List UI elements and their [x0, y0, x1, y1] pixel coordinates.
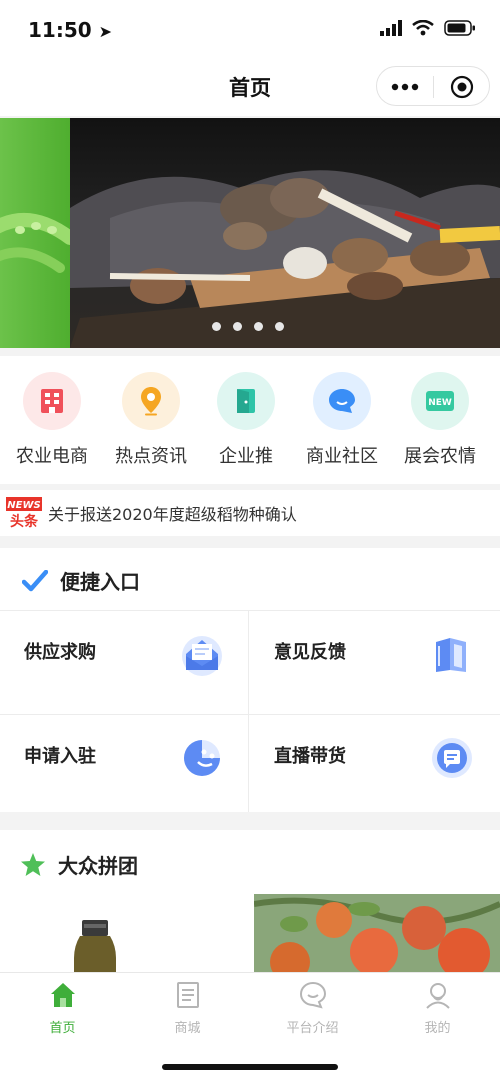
group-buy-section: 大众拼团 [0, 830, 500, 976]
close-miniprogram-icon[interactable] [450, 75, 474, 99]
category-icon-circle [23, 372, 81, 430]
carousel-dot[interactable] [233, 322, 242, 331]
news-headline[interactable]: 关于报送2020年度超级稻物种确认 [48, 501, 297, 525]
checkmark-icon [22, 570, 48, 592]
quick-entry-label: 意见反馈 [274, 642, 346, 663]
quick-entry-supply-purchase[interactable]: 供应求购 [0, 612, 248, 708]
quick-entry-section: 便捷入口 供应求购 意见反馈 申请入驻 直播带货 [0, 548, 500, 812]
category-item-ecommerce[interactable]: 农业电商 [2, 372, 102, 468]
category-label: 热点资讯 [115, 446, 187, 467]
quick-entry-live-selling[interactable]: 直播带货 [250, 716, 498, 812]
svg-text:NEW: NEW [428, 398, 452, 408]
shop-building-icon [41, 389, 63, 413]
banner-image [0, 118, 500, 348]
category-grid: 农业电商 热点资讯 企业推 商业社区 NEW 展会农情 [0, 356, 500, 484]
quick-entry-label: 供应求购 [24, 642, 96, 663]
home-indicator[interactable] [162, 1064, 338, 1070]
tab-home[interactable]: 首页 [0, 981, 125, 1036]
news-ticker[interactable]: NEWS 头条 关于报送2020年度超级稻物种确认 [0, 490, 500, 536]
quick-entry-apply-join[interactable]: 申请入驻 [0, 716, 248, 812]
tab-label: 平台介绍 [286, 1021, 339, 1036]
group-buy-title: 大众拼团 [58, 854, 138, 878]
news-headline-badge-icon: NEWS 头条 [6, 497, 42, 529]
category-label: 展会农情 [404, 446, 476, 467]
smile-face-icon [184, 740, 220, 776]
tab-platform-intro[interactable]: 平台介绍 [250, 981, 375, 1036]
tab-label: 我的 [424, 1021, 451, 1036]
product-card-oil[interactable] [0, 894, 246, 976]
signal-icon [380, 20, 402, 36]
carousel-dot[interactable] [275, 322, 284, 331]
navigation-bar: 首页 [0, 60, 500, 116]
divider [0, 714, 500, 715]
quick-entry-label: 直播带货 [274, 746, 346, 767]
battery-icon [444, 20, 475, 36]
product-image-jujube [254, 894, 500, 976]
carousel-dot[interactable] [212, 322, 221, 331]
divider [248, 610, 249, 812]
document-icon [176, 982, 199, 1008]
category-label: 企业推 [219, 446, 273, 467]
more-options-icon[interactable] [391, 79, 419, 95]
product-image-oil-bottle [74, 920, 116, 976]
chat-icon [299, 981, 326, 1009]
quick-entry-label: 申请入驻 [24, 746, 96, 767]
tab-profile[interactable]: 我的 [375, 981, 500, 1036]
banner-carousel[interactable] [0, 118, 500, 348]
new-badge-icon: NEW [426, 391, 454, 411]
divider [0, 610, 500, 611]
mini-program-capsule [376, 66, 490, 106]
category-label: 商业社区 [306, 446, 378, 467]
product-card-fruit[interactable] [254, 894, 500, 976]
tab-label: 商城 [174, 1021, 201, 1036]
wifi-icon [412, 20, 434, 36]
star-icon [21, 853, 45, 876]
category-item-news[interactable]: 热点资讯 [101, 372, 201, 468]
news-badge-top: NEWS [7, 500, 40, 511]
tab-label: 首页 [49, 1021, 76, 1036]
status-icons [380, 20, 476, 36]
quick-entry-feedback[interactable]: 意见反馈 [250, 612, 498, 708]
tab-mall[interactable]: 商城 [125, 981, 250, 1036]
category-label: 农业电商 [16, 446, 88, 467]
carousel-dot[interactable] [254, 322, 263, 331]
chat-bubble-icon [329, 389, 355, 413]
category-icon-circle [313, 372, 371, 430]
category-item-community[interactable]: 商业社区 [292, 372, 392, 468]
carousel-indicator [212, 322, 284, 331]
envelope-icon [182, 636, 222, 676]
category-icon-circle: NEW [411, 372, 469, 430]
news-badge-bottom: 头条 [10, 513, 39, 529]
quick-entry-title: 便捷入口 [60, 570, 140, 594]
capsule-divider [433, 76, 434, 98]
category-icon-circle [122, 372, 180, 430]
home-icon [50, 983, 75, 1007]
user-icon [425, 983, 450, 1009]
category-item-exhibition[interactable]: NEW 展会农情 [390, 372, 490, 468]
book-icon [436, 638, 466, 672]
status-time: 11:50 ➤ [28, 18, 113, 42]
message-icon [432, 738, 472, 778]
location-pin-icon [141, 387, 161, 416]
category-icon-circle [217, 372, 275, 430]
category-item-enterprise[interactable]: 企业推 [196, 372, 296, 468]
status-bar: 11:50 ➤ [0, 0, 500, 60]
door-icon [237, 389, 255, 413]
